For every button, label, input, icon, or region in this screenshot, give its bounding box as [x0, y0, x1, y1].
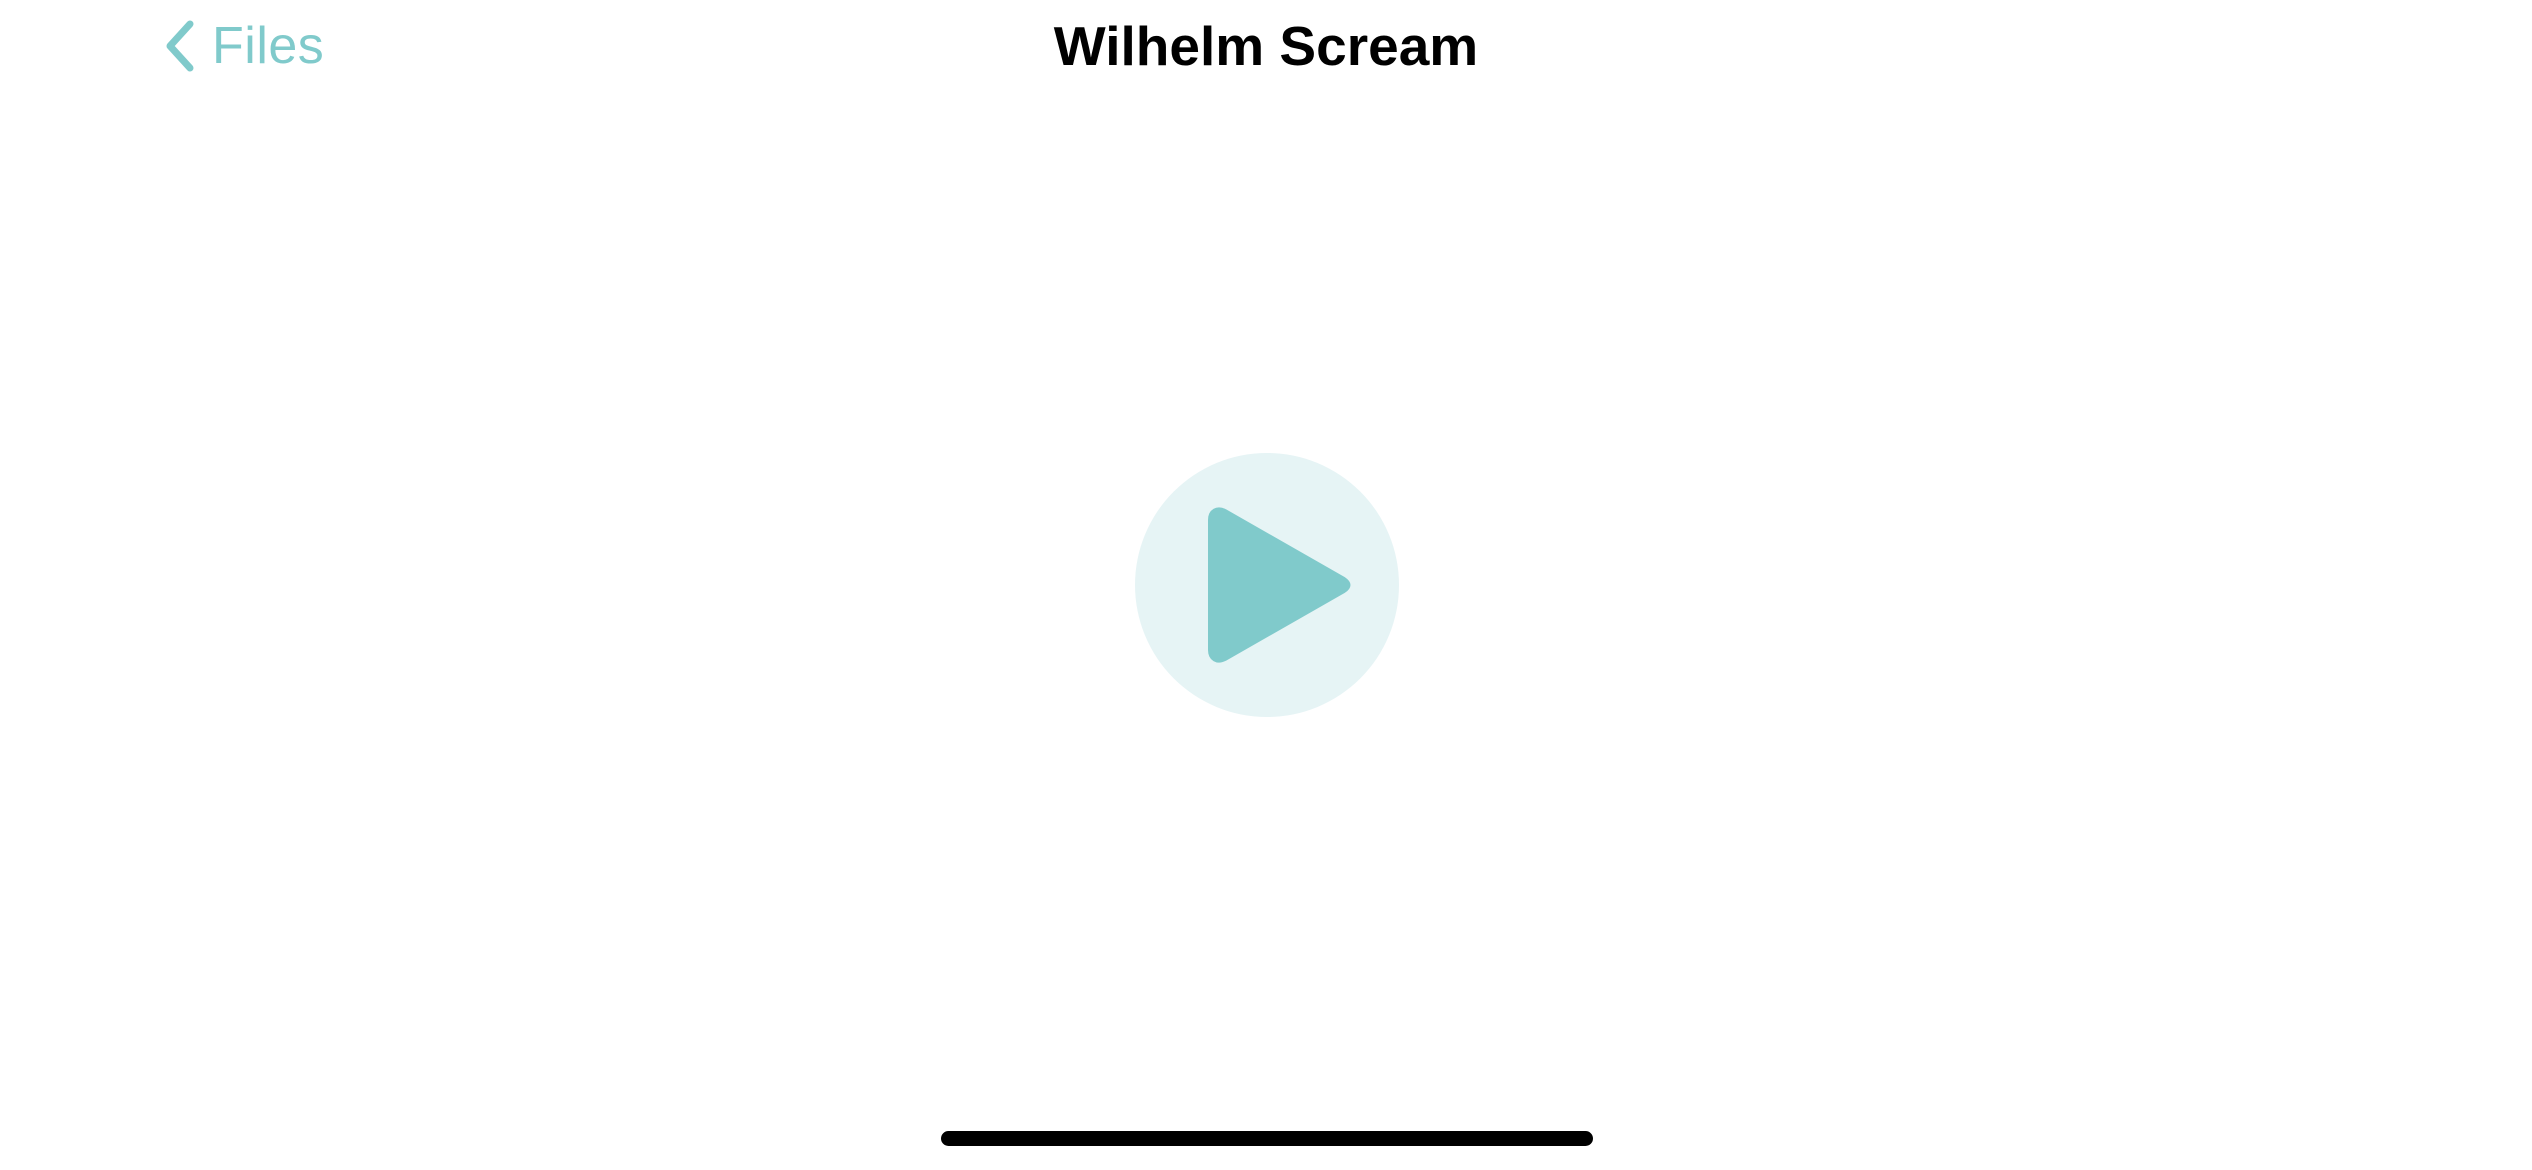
play-icon: [1135, 453, 1399, 717]
page-title: Wilhelm Scream: [1053, 15, 1479, 77]
play-button[interactable]: [1135, 453, 1399, 717]
audio-preview-screen: Files Wilhelm Scream: [0, 0, 2532, 1170]
home-indicator[interactable]: [941, 1131, 1593, 1146]
navigation-bar: Files Wilhelm Scream: [0, 0, 2532, 92]
